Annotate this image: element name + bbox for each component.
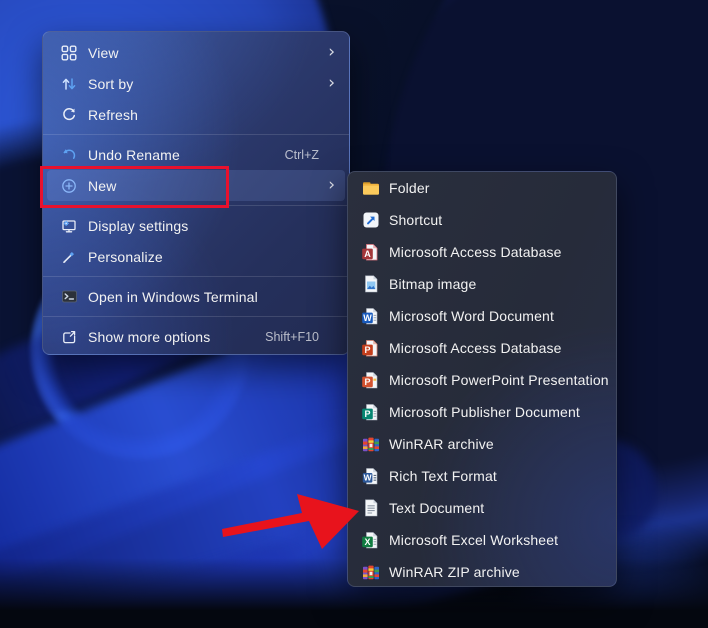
word-icon: W bbox=[361, 306, 381, 326]
menu-item-label: Personalize bbox=[88, 249, 163, 265]
submenu-item-winrar-zip-archive[interactable]: WinRAR ZIP archive bbox=[348, 556, 616, 588]
submenu-item-label: WinRAR ZIP archive bbox=[389, 564, 520, 580]
submenu-item-access-database-2[interactable]: P Microsoft Access Database bbox=[348, 332, 616, 364]
svg-text:P: P bbox=[364, 377, 370, 387]
winrar-zip-icon bbox=[361, 562, 381, 582]
menu-item-label: Display settings bbox=[88, 218, 188, 234]
menu-item-view[interactable]: View › bbox=[43, 37, 349, 68]
sort-by-icon bbox=[59, 74, 79, 94]
submenu-item-bitmap-image[interactable]: Bitmap image bbox=[348, 268, 616, 300]
chevron-right-icon: › bbox=[328, 177, 335, 194]
menu-item-shortcut: Shift+F10 bbox=[265, 330, 319, 344]
menu-item-personalize[interactable]: Personalize bbox=[43, 241, 349, 272]
menu-item-refresh[interactable]: Refresh bbox=[43, 99, 349, 130]
menu-item-sort-by[interactable]: Sort by › bbox=[43, 68, 349, 99]
submenu-item-label: Microsoft Access Database bbox=[389, 340, 562, 356]
access-alt-icon: P bbox=[361, 338, 381, 358]
menu-item-label: Show more options bbox=[88, 329, 210, 345]
menu-item-open-in-windows-terminal[interactable]: Open in Windows Terminal bbox=[43, 281, 349, 312]
submenu-item-label: Microsoft Excel Worksheet bbox=[389, 532, 558, 548]
svg-text:P: P bbox=[364, 409, 370, 419]
shortcut-icon bbox=[361, 210, 381, 230]
submenu-item-label: Shortcut bbox=[389, 212, 442, 228]
submenu-item-label: Folder bbox=[389, 180, 430, 196]
submenu-item-label: WinRAR archive bbox=[389, 436, 494, 452]
submenu-item-rich-text-format[interactable]: W Rich Text Format bbox=[348, 460, 616, 492]
text-document-icon bbox=[361, 498, 381, 518]
chevron-right-icon: › bbox=[328, 75, 335, 92]
menu-separator bbox=[43, 316, 349, 317]
winrar-icon bbox=[361, 434, 381, 454]
bitmap-image-icon bbox=[361, 274, 381, 294]
submenu-item-winrar-archive[interactable]: WinRAR archive bbox=[348, 428, 616, 460]
submenu-item-label: Bitmap image bbox=[389, 276, 476, 292]
submenu-item-folder[interactable]: Folder bbox=[348, 172, 616, 204]
menu-item-label: View bbox=[88, 45, 119, 61]
submenu-item-label: Microsoft PowerPoint Presentation bbox=[389, 372, 609, 388]
menu-separator bbox=[43, 134, 349, 135]
refresh-icon bbox=[59, 105, 79, 125]
menu-item-label: Refresh bbox=[88, 107, 138, 123]
powerpoint-icon: P bbox=[361, 370, 381, 390]
menu-item-label: Open in Windows Terminal bbox=[88, 289, 258, 305]
menu-separator bbox=[43, 276, 349, 277]
svg-text:W: W bbox=[364, 473, 372, 483]
excel-icon: X bbox=[361, 530, 381, 550]
folder-icon bbox=[361, 178, 381, 198]
submenu-item-excel-worksheet[interactable]: X Microsoft Excel Worksheet bbox=[348, 524, 616, 556]
new-submenu: Folder Shortcut A Microsoft Access Datab… bbox=[347, 171, 617, 587]
submenu-item-label: Text Document bbox=[389, 500, 484, 516]
submenu-item-word-document[interactable]: W Microsoft Word Document bbox=[348, 300, 616, 332]
submenu-item-label: Rich Text Format bbox=[389, 468, 497, 484]
submenu-item-shortcut[interactable]: Shortcut bbox=[348, 204, 616, 236]
rtf-icon: W bbox=[361, 466, 381, 486]
annotation-highlight-box-new bbox=[40, 166, 229, 208]
menu-item-shortcut: Ctrl+Z bbox=[285, 148, 319, 162]
submenu-item-access-database[interactable]: A Microsoft Access Database bbox=[348, 236, 616, 268]
menu-item-display-settings[interactable]: Display settings bbox=[43, 210, 349, 241]
show-more-options-icon bbox=[59, 327, 79, 347]
submenu-item-label: Microsoft Publisher Document bbox=[389, 404, 580, 420]
publisher-icon: P bbox=[361, 402, 381, 422]
svg-text:W: W bbox=[363, 313, 372, 323]
personalize-icon bbox=[59, 247, 79, 267]
display-settings-icon bbox=[59, 216, 79, 236]
svg-text:P: P bbox=[364, 345, 370, 355]
svg-text:A: A bbox=[364, 249, 371, 259]
terminal-icon bbox=[59, 287, 79, 307]
submenu-item-text-document[interactable]: Text Document bbox=[348, 492, 616, 524]
menu-item-label: Undo Rename bbox=[88, 147, 180, 163]
menu-item-show-more-options[interactable]: Show more options Shift+F10 bbox=[43, 321, 349, 352]
submenu-item-powerpoint-presentation[interactable]: P Microsoft PowerPoint Presentation bbox=[348, 364, 616, 396]
view-icon bbox=[59, 43, 79, 63]
svg-text:X: X bbox=[364, 537, 370, 547]
submenu-item-label: Microsoft Word Document bbox=[389, 308, 554, 324]
chevron-right-icon: › bbox=[328, 44, 335, 61]
menu-item-label: Sort by bbox=[88, 76, 133, 92]
submenu-item-label: Microsoft Access Database bbox=[389, 244, 562, 260]
undo-icon bbox=[59, 145, 79, 165]
access-icon: A bbox=[361, 242, 381, 262]
submenu-item-publisher-document[interactable]: P Microsoft Publisher Document bbox=[348, 396, 616, 428]
